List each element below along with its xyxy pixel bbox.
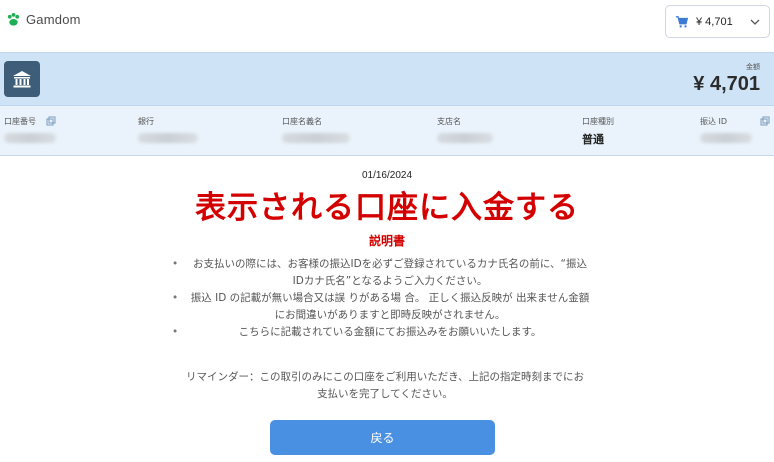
back-button[interactable]: 戻る [270, 420, 495, 455]
branch-blurred [437, 133, 493, 143]
account-number-blurred [4, 133, 56, 143]
list-item: こちらに記載されている金額にてお振込みをお願いいたします。 [170, 324, 590, 341]
account-holder-blurred [282, 133, 350, 143]
bank-field: 銀行 [138, 116, 238, 143]
account-holder-field: 口座名義名 [282, 116, 382, 143]
branch-label: 支店名 [437, 117, 461, 126]
branch-field: 支店名 [437, 116, 537, 143]
account-type-value: 普通 [582, 133, 604, 146]
list-item: お支払いの際には、お客様の振込IDを必ずご登録されているカナ氏名の前に、“振込I… [170, 256, 590, 290]
cart-icon [675, 15, 689, 28]
transaction-date: 01/16/2024 [361, 170, 413, 181]
amount-banner: 金額 ¥ 4,701 [0, 52, 774, 106]
reminder-text: リマインダー：この取引のみにこの口座をご利用いただき、上記の指定時刻までにお支払… [185, 371, 585, 400]
amount-value: ¥ 4,701 [693, 73, 760, 95]
transfer-id-blurred [700, 133, 752, 143]
account-type-label: 口座種別 [582, 117, 614, 126]
brand-name: Gamdom [26, 12, 81, 27]
account-details: 口座番号 銀行 口座名義名 支店名 口座種別 普通 振込 ID [0, 106, 774, 156]
brand-logo[interactable]: Gamdom [6, 12, 81, 27]
bank-label: 銀行 [138, 117, 154, 126]
top-bar: Gamdom ¥ 4,701 [0, 0, 774, 52]
account-type-field: 口座種別 普通 [582, 116, 672, 147]
list-item: 振込 ID の記載が無い場合又は誤 りがある場 合。 正しく振込反映が 出来ませ… [170, 290, 590, 324]
copy-icon[interactable] [46, 116, 56, 126]
instructions-title: 説明書 [368, 234, 405, 248]
instructions-list: お支払いの際には、お客様の振込IDを必ずご登録されているカナ氏名の前に、“振込I… [170, 256, 590, 341]
wallet-balance: ¥ 4,701 [696, 15, 733, 28]
wallet-dropdown[interactable]: ¥ 4,701 [665, 5, 770, 38]
bank-blurred [138, 133, 198, 143]
account-holder-label: 口座名義名 [282, 117, 322, 126]
headline-banner: 表示される口座に入金する [195, 190, 579, 226]
paw-icon [7, 12, 20, 26]
copy-icon[interactable] [760, 116, 770, 126]
bank-icon [4, 61, 40, 97]
chevron-down-icon [750, 19, 760, 25]
amount-label: 金額 [746, 63, 760, 71]
